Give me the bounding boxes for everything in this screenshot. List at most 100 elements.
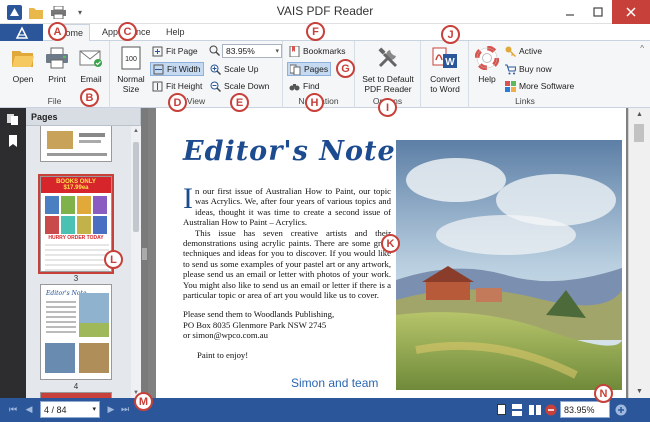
document-scroll-thumb[interactable] — [634, 124, 644, 142]
window-title: VAIS PDF Reader — [276, 4, 374, 18]
svg-text:100: 100 — [125, 56, 137, 63]
zoom-out-icon — [210, 81, 221, 92]
printer-icon — [44, 45, 70, 71]
fit-width-icon — [153, 64, 164, 75]
page-number-field[interactable]: 4 / 84 ▾ — [40, 401, 100, 418]
print-button[interactable]: Print — [42, 45, 72, 84]
page-thumbnail[interactable] — [40, 126, 112, 162]
tab-help[interactable]: Help — [166, 24, 185, 41]
signature: Simon and team — [291, 376, 379, 390]
collapse-ribbon-icon[interactable]: ^ — [640, 44, 644, 53]
zoom-combobox[interactable]: 83.95% ▾ — [222, 44, 282, 58]
pdf-to-word-icon: W — [432, 45, 458, 71]
document-viewer[interactable]: Editor's Note In our first issue of Aust… — [148, 108, 628, 398]
view-group-label: View — [186, 96, 206, 106]
first-page-icon[interactable]: ⏮ — [6, 402, 20, 417]
minimize-button[interactable] — [556, 0, 584, 24]
document-scrollbar[interactable]: ▲ ▼ — [628, 108, 650, 398]
links-group-label: Links — [515, 96, 535, 106]
fit-height-button[interactable]: Fit Height — [150, 79, 204, 93]
status-zoom-field[interactable]: 83.95% — [560, 401, 610, 418]
callout-marker-g: G — [336, 59, 355, 78]
chevron-down-icon: ▾ — [275, 48, 279, 55]
continuous-view-icon[interactable] — [510, 402, 524, 417]
help-button[interactable]: Help — [473, 45, 501, 84]
callout-marker-e: E — [230, 93, 249, 112]
email-button[interactable]: Email — [76, 45, 106, 84]
find-button[interactable]: Find — [287, 79, 322, 93]
scale-up-button[interactable]: Scale Up — [208, 62, 261, 76]
next-page-icon[interactable]: ▶ — [104, 402, 118, 417]
links-group: Help Active Buy now More Software Links — [469, 41, 581, 108]
active-link[interactable]: Active — [503, 44, 544, 58]
key-icon — [505, 46, 516, 57]
bookmarks-button[interactable]: Bookmarks — [287, 44, 348, 58]
page-number-3: 3 — [73, 274, 79, 283]
bookmark-icon — [9, 135, 17, 147]
thumbnails-scroll-thumb[interactable] — [133, 142, 139, 232]
fit-page-icon — [152, 46, 163, 57]
more-software-link[interactable]: More Software — [503, 79, 576, 93]
callout-marker-h: H — [305, 93, 324, 112]
window-controls — [556, 0, 650, 24]
side-tab-pages[interactable] — [0, 108, 26, 130]
single-page-view-icon[interactable] — [494, 402, 508, 417]
open-button[interactable]: Open — [8, 45, 38, 84]
callout-marker-n: N — [594, 384, 613, 403]
view-group: 100 Normal Size Fit Page Fit Width Fit H… — [110, 41, 283, 108]
close-button[interactable] — [612, 0, 650, 24]
thumb-banner: BOOKS ONLY $17.99ea — [41, 177, 111, 193]
title-bar: ▾ VAIS PDF Reader — [0, 0, 650, 24]
zoom-out-status-icon[interactable] — [544, 402, 558, 417]
set-default-button[interactable]: Set to Default PDF Reader — [357, 45, 419, 94]
svg-text:W: W — [445, 57, 455, 68]
panel-splitter[interactable] — [141, 108, 148, 398]
software-grid-icon — [505, 80, 516, 92]
scroll-up-icon[interactable]: ▲ — [133, 128, 139, 134]
editors-note-body: In our first issue of Australian How to … — [183, 182, 391, 360]
callout-marker-c: C — [118, 22, 137, 41]
buy-now-link[interactable]: Buy now — [503, 62, 554, 76]
side-tab-bookmarks[interactable] — [0, 130, 26, 152]
status-bar: ⏮ ◀ 4 / 84 ▾ ▶ ⏭ 83.95% — [0, 398, 650, 422]
callout-marker-i: I — [378, 98, 397, 117]
file-tab[interactable] — [0, 24, 43, 41]
folder-open-icon — [10, 45, 36, 71]
callout-marker-l: L — [104, 250, 123, 269]
facing-view-icon[interactable] — [528, 402, 542, 417]
scale-down-button[interactable]: Scale Down — [208, 79, 271, 93]
lifebuoy-icon — [474, 45, 500, 71]
page-thumbnail-4[interactable]: Editor's Note — [40, 284, 112, 380]
convert-to-word-button[interactable]: W Convert to Word — [424, 45, 466, 94]
callout-marker-b: B — [80, 88, 99, 107]
landscape-painting — [396, 140, 622, 390]
chevron-down-icon: ▾ — [92, 406, 96, 413]
pages-thumb-icon — [7, 114, 18, 125]
scroll-down-arrow-icon[interactable]: ▼ — [636, 388, 643, 395]
thumbnails-list[interactable]: BOOKS ONLY $17.99ea HURRY ORDER TODAY 3 … — [26, 126, 141, 398]
scroll-up-arrow-icon[interactable]: ▲ — [636, 111, 643, 118]
convert-group: W Convert to Word — [421, 41, 469, 108]
thumbnails-scrollbar[interactable]: ▲ ▼ — [131, 126, 141, 398]
fit-width-button[interactable]: Fit Width — [150, 62, 204, 76]
previous-page-icon[interactable]: ◀ — [22, 402, 36, 417]
pages-button[interactable]: Pages — [287, 62, 332, 76]
pdf-page: Editor's Note In our first issue of Aust… — [156, 108, 626, 398]
callout-marker-d: D — [168, 93, 187, 112]
callout-marker-f: F — [306, 22, 325, 41]
maximize-button[interactable] — [584, 0, 612, 24]
normal-size-button[interactable]: 100 Normal Size — [114, 45, 148, 94]
splitter-grip[interactable] — [142, 248, 147, 260]
pages-icon — [290, 64, 301, 75]
bookmarks-icon — [289, 45, 300, 57]
page-thumbnail-3[interactable]: BOOKS ONLY $17.99ea HURRY ORDER TODAY — [38, 174, 114, 274]
app-window: ▾ VAIS PDF Reader Home Appearance Help — [0, 0, 650, 422]
fit-page-button[interactable]: Fit Page — [150, 44, 200, 58]
zoom-in-status-icon[interactable] — [614, 402, 628, 417]
fit-height-icon — [152, 81, 163, 92]
pages-panel-title: Pages — [26, 108, 140, 126]
dropcap: I — [183, 182, 193, 215]
side-tab-strip — [0, 108, 26, 398]
last-page-icon[interactable]: ⏭ — [118, 402, 132, 417]
callout-marker-m: M — [134, 392, 153, 411]
